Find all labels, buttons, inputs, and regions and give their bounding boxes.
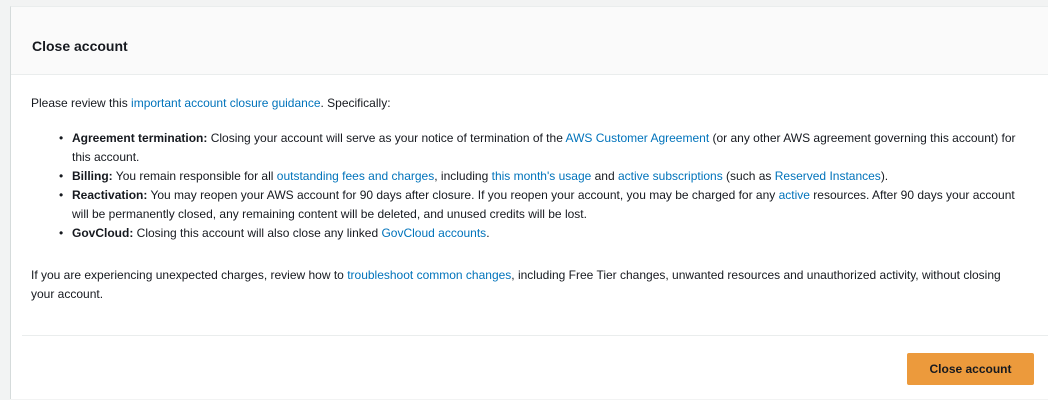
outro-prefix: If you are experiencing unexpected charg… xyxy=(31,268,348,282)
outstanding-fees-link[interactable]: outstanding fees and charges xyxy=(277,169,434,183)
panel-title: Close account xyxy=(32,38,128,54)
point-label: GovCloud: xyxy=(72,226,134,240)
panel-body: Please review this important account clo… xyxy=(11,75,1048,304)
point-text: (such as xyxy=(722,169,775,183)
closure-points-list: • Agreement termination: Closing your ac… xyxy=(31,129,1027,243)
close-account-panel: Close account Please review this importa… xyxy=(10,6,1048,399)
months-usage-link[interactable]: this month's usage xyxy=(492,169,592,183)
point-text: , including xyxy=(434,169,492,183)
outro-text: If you are experiencing unexpected charg… xyxy=(31,266,1027,304)
close-account-button[interactable]: Close account xyxy=(907,353,1034,385)
point-text: You may reopen your AWS account for 90 d… xyxy=(147,188,779,202)
list-item-billing: • Billing: You remain responsible for al… xyxy=(59,167,1027,186)
point-text: and xyxy=(591,169,618,183)
point-label: Agreement termination: xyxy=(72,131,208,145)
point-label: Reactivation: xyxy=(72,188,148,202)
list-item-reactivation: • Reactivation: You may reopen your AWS … xyxy=(59,186,1027,224)
closure-guidance-link[interactable]: important account closure guidance xyxy=(131,96,320,110)
list-item-govcloud: • GovCloud: Closing this account will al… xyxy=(59,224,1027,243)
point-text: Closing this account will also close any… xyxy=(133,226,382,240)
intro-text: Please review this important account clo… xyxy=(31,94,1027,113)
active-subscriptions-link[interactable]: active subscriptions xyxy=(618,169,723,183)
troubleshoot-link[interactable]: troubleshoot common changes xyxy=(347,268,511,282)
point-text: Closing your account will serve as your … xyxy=(207,131,566,145)
point-text: You remain responsible for all xyxy=(112,169,277,183)
govcloud-accounts-link[interactable]: GovCloud accounts xyxy=(381,226,486,240)
bullet-icon: • xyxy=(59,188,64,202)
bullet-icon: • xyxy=(59,131,64,145)
point-label: Billing: xyxy=(72,169,113,183)
intro-suffix: . Specifically: xyxy=(320,96,391,110)
point-text: . xyxy=(486,226,490,240)
reserved-instances-link[interactable]: Reserved Instances xyxy=(775,169,881,183)
point-text: ). xyxy=(880,169,889,183)
intro-prefix: Please review this xyxy=(31,96,132,110)
bullet-icon: • xyxy=(59,226,64,240)
aws-customer-agreement-link[interactable]: AWS Customer Agreement xyxy=(566,131,710,145)
bullet-icon: • xyxy=(59,169,64,183)
active-resources-link[interactable]: active xyxy=(779,188,810,202)
panel-footer: Close account xyxy=(22,335,1048,400)
list-item-agreement-termination: • Agreement termination: Closing your ac… xyxy=(59,129,1027,167)
panel-header: Close account xyxy=(11,7,1048,75)
